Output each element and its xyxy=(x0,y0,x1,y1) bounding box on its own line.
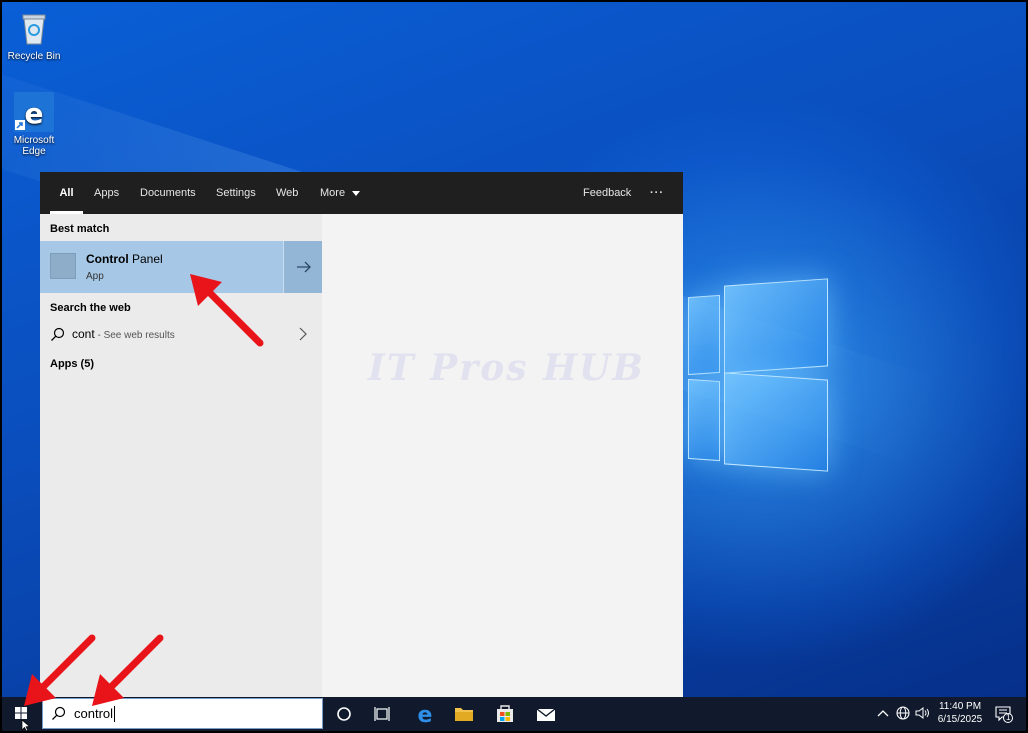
result-title: Control Panel xyxy=(86,252,163,266)
svg-text:e: e xyxy=(25,97,44,130)
result-type: App xyxy=(86,271,104,282)
desktop-icon-recycle-bin[interactable]: Recycle Bin xyxy=(2,8,66,62)
edge-icon: e xyxy=(14,92,54,132)
svg-text:e: e xyxy=(418,703,433,728)
search-the-web-heading: Search the web xyxy=(50,302,131,314)
best-match-heading: Best match xyxy=(50,223,110,235)
results-list: Best match Control Panel App Search the … xyxy=(40,214,322,697)
volume-button[interactable] xyxy=(914,705,932,724)
clock-time: 11:40 PM xyxy=(938,701,982,712)
edge-icon: e xyxy=(418,703,433,728)
clock-button[interactable]: 11:40 PM 6/15/2025 xyxy=(936,700,984,726)
globe-network-icon xyxy=(896,706,910,720)
search-filter-tabs: All Apps Documents Settings Web More Fee… xyxy=(40,172,683,214)
store-bag-icon xyxy=(497,705,513,722)
action-center-button[interactable]: 1 xyxy=(994,704,1014,727)
start-search-panel: All Apps Documents Settings Web More Fee… xyxy=(40,172,683,697)
clock-date: 6/15/2025 xyxy=(937,714,983,725)
annotation-arrow-best-match xyxy=(190,274,264,347)
chevron-right-icon xyxy=(299,327,307,341)
search-icon xyxy=(51,327,65,341)
open-result-arrow-button[interactable] xyxy=(283,241,322,293)
notification-count: 1 xyxy=(1006,713,1011,722)
notification-icon xyxy=(995,706,1013,723)
show-hidden-icons-button[interactable] xyxy=(876,706,890,723)
more-options-button[interactable]: ··· xyxy=(650,172,664,214)
caret-down-icon xyxy=(352,190,361,196)
taskbar-edge-button[interactable]: e xyxy=(406,697,444,731)
best-match-result-control-panel[interactable]: Control Panel App xyxy=(40,241,322,293)
annotation-arrow-search-box xyxy=(92,634,164,706)
preview-pane: IT Pros HUB xyxy=(322,214,683,697)
desktop-icon-microsoft-edge[interactable]: e Microsoft Edge xyxy=(2,92,66,157)
control-panel-icon xyxy=(50,253,76,279)
cortana-circle-icon xyxy=(337,707,351,721)
network-button[interactable] xyxy=(895,705,911,724)
cortana-button[interactable] xyxy=(325,697,363,731)
recycle-bin-icon xyxy=(14,8,54,48)
chevron-up-icon xyxy=(877,710,889,717)
watermark-text: IT Pros HUB xyxy=(368,347,645,389)
web-query: cont xyxy=(72,327,95,341)
windows-logo-wallpaper xyxy=(688,278,828,472)
task-view-icon xyxy=(374,707,390,721)
arrow-right-icon xyxy=(297,261,311,273)
tab-web[interactable]: Web xyxy=(276,172,298,214)
taskbar-mail-button[interactable] xyxy=(527,697,565,731)
desktop-icon-label: Microsoft Edge xyxy=(13,135,55,157)
tab-apps[interactable]: Apps xyxy=(94,172,119,214)
folder-icon xyxy=(455,708,473,721)
tab-settings[interactable]: Settings xyxy=(216,172,256,214)
mail-icon xyxy=(536,708,556,721)
tab-all[interactable]: All xyxy=(50,172,83,214)
feedback-button[interactable]: Feedback xyxy=(583,172,631,214)
speaker-volume-icon xyxy=(915,707,929,719)
tab-documents[interactable]: Documents xyxy=(140,172,196,214)
web-result-hint: - See web results xyxy=(94,330,175,341)
desktop-icon-label: Recycle Bin xyxy=(7,51,61,62)
web-result-row[interactable]: cont - See web results xyxy=(40,320,322,348)
taskbar-file-explorer-button[interactable] xyxy=(445,697,483,731)
tab-more[interactable]: More xyxy=(320,172,361,214)
task-view-button[interactable] xyxy=(363,697,401,731)
taskbar-store-button[interactable] xyxy=(486,697,524,731)
apps-heading[interactable]: Apps (5) xyxy=(50,358,94,370)
